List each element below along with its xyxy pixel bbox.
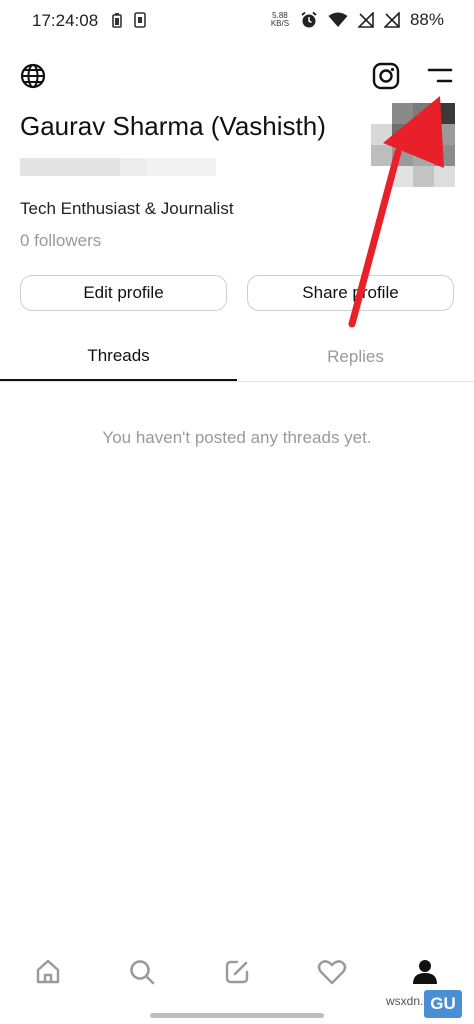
followers-count[interactable]: 0 followers xyxy=(20,231,101,251)
wifi-icon xyxy=(328,12,348,27)
status-bar: 17:24:08 5.88 KB/S 88% xyxy=(0,0,474,44)
menu-icon[interactable] xyxy=(426,66,454,86)
tab-threads[interactable]: Threads xyxy=(0,333,237,381)
profile-name: Gaurav Sharma (Vashisth) xyxy=(20,111,326,141)
profile-top-bar xyxy=(0,56,474,96)
profile-handle-blurred xyxy=(20,156,220,178)
battery-percent: 88% xyxy=(409,10,444,29)
phone-screen-icon xyxy=(134,12,146,28)
instagram-icon[interactable] xyxy=(372,62,400,90)
status-left-icons xyxy=(112,12,146,28)
bottom-nav xyxy=(0,950,474,1000)
profile-bio: Tech Enthusiast & Journalist xyxy=(20,199,234,218)
tab-replies[interactable]: Replies xyxy=(237,333,474,381)
status-right-icons: 5.88 KB/S 88% xyxy=(270,10,444,30)
globe-icon[interactable] xyxy=(20,63,46,89)
profile-icon[interactable] xyxy=(411,958,439,986)
watermark-logo: GU xyxy=(424,990,462,1018)
status-time: 17:24:08 xyxy=(32,11,99,30)
battery-saver-icon xyxy=(112,13,122,28)
home-indicator[interactable] xyxy=(150,1013,324,1018)
search-icon[interactable] xyxy=(128,958,156,986)
alarm-icon xyxy=(301,11,317,28)
empty-threads-message: You haven't posted any threads yet. xyxy=(102,428,372,447)
avatar[interactable] xyxy=(371,103,455,187)
no-signal-icon xyxy=(357,12,374,28)
compose-icon[interactable] xyxy=(223,958,251,986)
home-icon[interactable] xyxy=(34,958,62,986)
heart-icon[interactable] xyxy=(317,958,347,986)
network-speed-unit: KB/S xyxy=(270,19,290,28)
share-profile-button[interactable]: Share profile xyxy=(247,275,454,311)
profile-tabs: Threads Replies xyxy=(0,333,474,382)
edit-profile-button[interactable]: Edit profile xyxy=(20,275,227,311)
no-signal-icon-2 xyxy=(383,12,400,28)
network-speed: 5.88 KB/S xyxy=(270,12,290,28)
